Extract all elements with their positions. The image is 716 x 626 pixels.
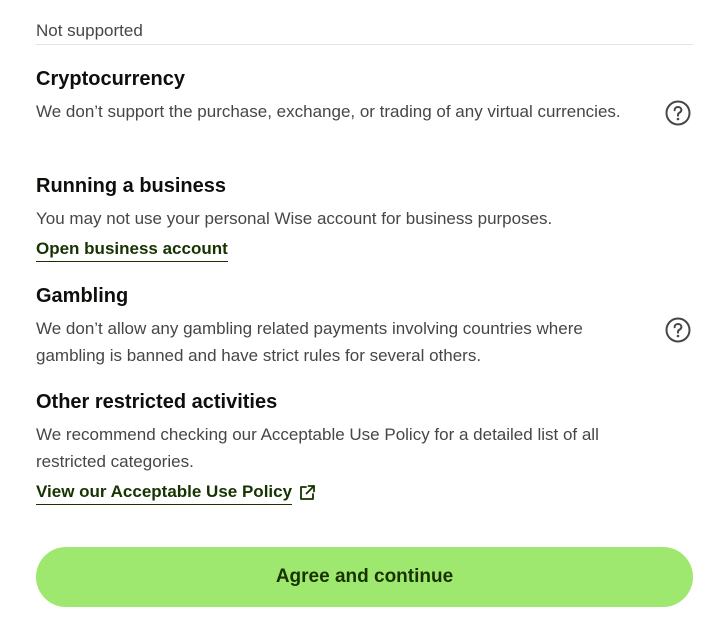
restriction-other-activities: Other restricted activities We recommend… bbox=[36, 389, 693, 505]
help-circle-icon[interactable] bbox=[665, 100, 691, 126]
open-business-account-link[interactable]: Open business account bbox=[36, 238, 228, 262]
restriction-title: Running a business bbox=[36, 175, 227, 197]
restriction-cryptocurrency: Cryptocurrency We don’t support the purc… bbox=[36, 66, 693, 126]
acceptable-use-policy-link-row: View our Acceptable Use Policy bbox=[36, 481, 693, 505]
section-header: Not supported bbox=[36, 20, 693, 45]
restriction-description: We don’t allow any gambling related paym… bbox=[36, 319, 583, 365]
section-header-label: Not supported bbox=[36, 21, 143, 40]
agree-and-continue-button[interactable]: Agree and continue bbox=[36, 547, 693, 607]
restriction-description: You may not use your personal Wise accou… bbox=[36, 209, 553, 228]
restriction-description: We don’t support the purchase, exchange,… bbox=[36, 102, 621, 121]
restriction-title: Other restricted activities bbox=[36, 391, 278, 413]
restriction-running-a-business: Running a business You may not use your … bbox=[36, 173, 693, 262]
help-circle-icon[interactable] bbox=[665, 317, 691, 343]
restriction-description: We recommend checking our Acceptable Use… bbox=[36, 425, 599, 471]
external-link-icon[interactable] bbox=[298, 484, 316, 502]
acceptable-use-policy-link[interactable]: View our Acceptable Use Policy bbox=[36, 481, 293, 505]
restriction-title: Cryptocurrency bbox=[36, 68, 185, 90]
restriction-title: Gambling bbox=[36, 285, 129, 307]
restriction-gambling: Gambling We don’t allow any gambling rel… bbox=[36, 283, 693, 369]
